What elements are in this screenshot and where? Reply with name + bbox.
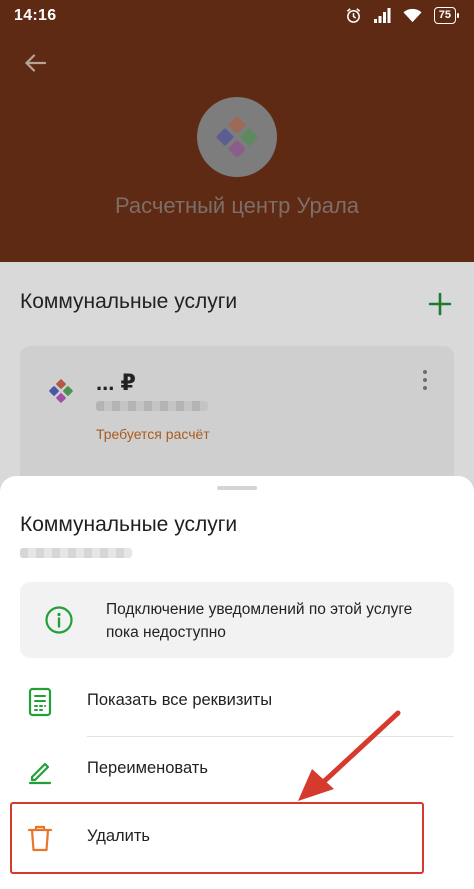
status-bar: 14:16 75 [0, 0, 474, 34]
service-amount: ... ₽ [96, 370, 136, 395]
delete-label: Удалить [87, 827, 150, 845]
sheet-title: Коммунальные услуги [20, 513, 238, 536]
account-number-blurred [96, 401, 208, 411]
battery-icon: 75 [433, 7, 460, 24]
info-icon [45, 606, 73, 634]
company-logo-icon [216, 116, 258, 158]
alarm-icon [346, 8, 360, 23]
rename-label: Переименовать [87, 759, 208, 777]
receipt-icon [28, 687, 52, 717]
sheet-account-blurred [20, 548, 132, 558]
trash-icon [27, 825, 53, 852]
info-banner: Подключение уведомлений по этой услуге п… [20, 582, 454, 658]
service-card[interactable]: ... ₽ Требуется расчёт [20, 346, 454, 496]
sheet-drag-handle[interactable] [217, 486, 257, 490]
company-logo [197, 97, 277, 177]
more-vert-icon [423, 370, 427, 390]
status-time: 14:16 [14, 7, 57, 24]
signal-icon [373, 8, 391, 23]
add-service-button[interactable] [426, 290, 454, 318]
arrow-left-icon [24, 54, 46, 72]
delete-item[interactable]: Удалить [0, 805, 474, 871]
status-icons: 75 [345, 7, 460, 24]
service-logo-icon [49, 379, 73, 403]
back-button[interactable] [18, 48, 52, 78]
bottom-sheet: Коммунальные услуги Подключение уведомле… [0, 476, 474, 889]
plus-icon [428, 292, 452, 316]
pencil-icon [28, 762, 52, 785]
rename-item[interactable]: Переименовать [0, 737, 474, 803]
company-name: Расчетный центр Урала [114, 193, 360, 218]
service-status: Требуется расчёт [96, 426, 210, 442]
info-text: Подключение уведомлений по этой услуге п… [106, 601, 413, 641]
show-details-label: Показать все реквизиты [87, 691, 273, 709]
card-menu-button[interactable] [418, 368, 432, 392]
section-title: Коммунальные услуги [20, 290, 238, 313]
service-logo [46, 376, 76, 411]
show-details-item[interactable]: Показать все реквизиты [0, 669, 474, 735]
app-header: 14:16 75 Расчетный центр Урала [0, 0, 474, 262]
wifi-icon [403, 8, 422, 23]
